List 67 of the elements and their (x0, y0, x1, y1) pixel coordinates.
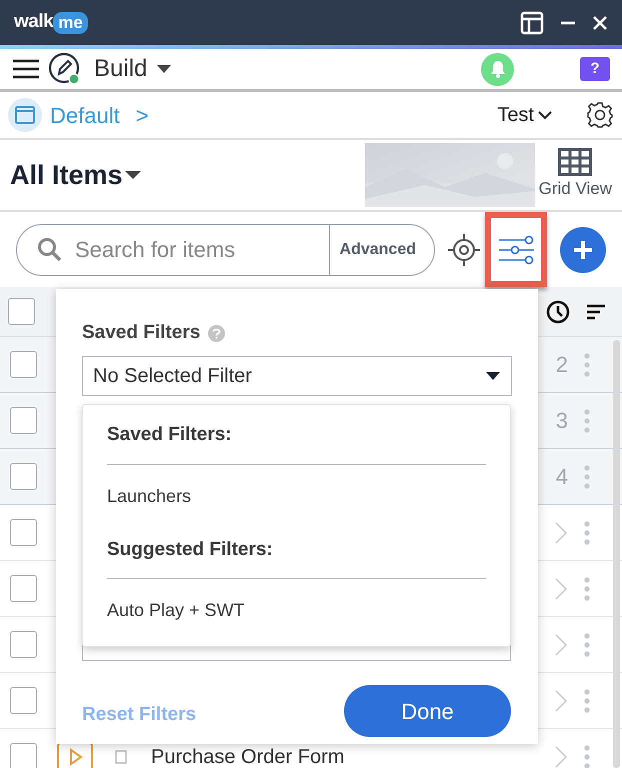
layout-icon[interactable] (520, 10, 544, 34)
filter-button[interactable] (485, 212, 547, 287)
grid-icon (558, 148, 592, 176)
row-checkbox[interactable] (10, 743, 37, 768)
chevron-icon[interactable] (554, 688, 568, 712)
more-icon[interactable] (584, 576, 590, 600)
more-icon[interactable] (584, 520, 590, 544)
page-title: All Items (10, 158, 123, 192)
more-icon[interactable] (584, 352, 590, 376)
notification-button[interactable] (481, 52, 514, 86)
chevron-icon[interactable] (554, 632, 568, 656)
row-number: 4 (556, 463, 568, 491)
more-icon[interactable] (584, 688, 590, 712)
target-icon[interactable] (447, 232, 481, 266)
close-icon[interactable] (592, 14, 608, 30)
row-checkbox[interactable] (10, 519, 37, 546)
select-all-checkbox[interactable] (8, 298, 35, 325)
bell-icon (490, 60, 506, 78)
row-checkbox[interactable] (10, 463, 37, 490)
filter-select[interactable]: No Selected Filter (82, 356, 512, 396)
menu-option[interactable]: Auto Play + SWT (107, 589, 486, 642)
menu-option[interactable]: Launchers (107, 474, 486, 528)
chevron-icon (538, 110, 552, 120)
logo: walk me (14, 8, 88, 37)
more-icon[interactable] (584, 464, 590, 488)
settings-icon[interactable] (586, 101, 614, 129)
caret-icon (485, 370, 501, 380)
sliders-icon (498, 234, 534, 264)
panel-title: Saved Filters (82, 321, 200, 345)
clock-icon[interactable] (546, 300, 570, 324)
caret-icon[interactable] (155, 63, 174, 75)
row-checkbox[interactable] (10, 687, 37, 714)
grid-view-button[interactable]: Grid View (538, 148, 612, 202)
item-title: Purchase Order Form (151, 744, 344, 768)
row-checkbox[interactable] (10, 407, 37, 434)
chevron-icon[interactable] (554, 576, 568, 600)
breadcrumb-separator: > (136, 102, 149, 130)
window-icon[interactable] (8, 98, 42, 132)
row-number: 3 (556, 407, 568, 435)
row-checkbox[interactable] (10, 631, 37, 658)
done-button[interactable]: Done (344, 685, 511, 737)
pencil-icon[interactable] (48, 52, 82, 86)
help-button[interactable]: ? (580, 57, 610, 81)
help-icon[interactable] (208, 324, 226, 342)
row-number: 2 (556, 351, 568, 379)
question-icon (212, 328, 222, 339)
more-icon[interactable] (584, 632, 590, 656)
menu-icon[interactable] (12, 58, 40, 80)
caret-icon[interactable] (122, 169, 143, 181)
add-button[interactable] (560, 226, 606, 272)
advanced-button[interactable]: Advanced (328, 224, 434, 274)
sort-icon[interactable] (586, 304, 606, 320)
chevron-icon[interactable] (554, 744, 568, 768)
row-checkbox[interactable] (10, 575, 37, 602)
search-field[interactable]: Search for items Advanced (16, 224, 435, 276)
chevron-icon[interactable] (554, 520, 568, 544)
menu-heading: Saved Filters: (107, 413, 486, 464)
scrollbar[interactable] (613, 340, 620, 768)
more-icon[interactable] (584, 408, 590, 432)
menu-heading: Suggested Filters: (107, 528, 486, 579)
environment-dropdown[interactable]: Test (497, 100, 552, 130)
mode-label: Build (94, 54, 148, 84)
more-icon[interactable] (584, 744, 590, 768)
document-icon (115, 750, 127, 764)
search-icon (37, 236, 63, 262)
row-checkbox[interactable] (10, 351, 37, 378)
plus-icon (572, 238, 594, 260)
